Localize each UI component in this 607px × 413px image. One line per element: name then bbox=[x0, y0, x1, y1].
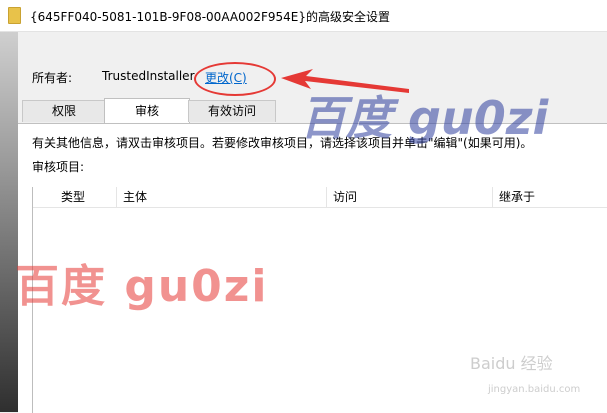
column-header-inherited-from[interactable]: 继承于 bbox=[493, 187, 607, 207]
title-bar: {645FF040-5081-101B-9F08-00AA002F954E}的高… bbox=[0, 0, 607, 32]
tab-auditing[interactable]: 审核 bbox=[104, 98, 190, 123]
tab-permissions[interactable]: 权限 bbox=[22, 100, 106, 122]
column-header-type[interactable]: 类型 bbox=[55, 187, 117, 207]
window-title: {645FF040-5081-101B-9F08-00AA002F954E}的高… bbox=[30, 10, 391, 24]
owner-value: TrustedInstaller bbox=[102, 69, 195, 83]
audit-entries-label: 审核项目: bbox=[32, 160, 85, 174]
column-header-principal[interactable]: 主体 bbox=[117, 187, 327, 207]
owner-label: 所有者: bbox=[32, 71, 73, 85]
watermark-site: jingyan.baidu.com bbox=[488, 384, 581, 395]
folder-icon bbox=[8, 7, 21, 24]
column-header-access[interactable]: 访问 bbox=[327, 187, 493, 207]
tab-effective-access[interactable]: 有效访问 bbox=[188, 100, 276, 122]
watermark-blue: 百度 gu0zi bbox=[300, 91, 549, 145]
watermark-red: 百度 gu0zi bbox=[15, 261, 269, 312]
baidu-jingyan-logo: Baidu 经验 bbox=[470, 354, 553, 373]
annotation-circle bbox=[194, 62, 276, 96]
background-window-edge bbox=[0, 32, 18, 412]
list-header: 类型 主体 访问 继承于 bbox=[33, 187, 607, 208]
